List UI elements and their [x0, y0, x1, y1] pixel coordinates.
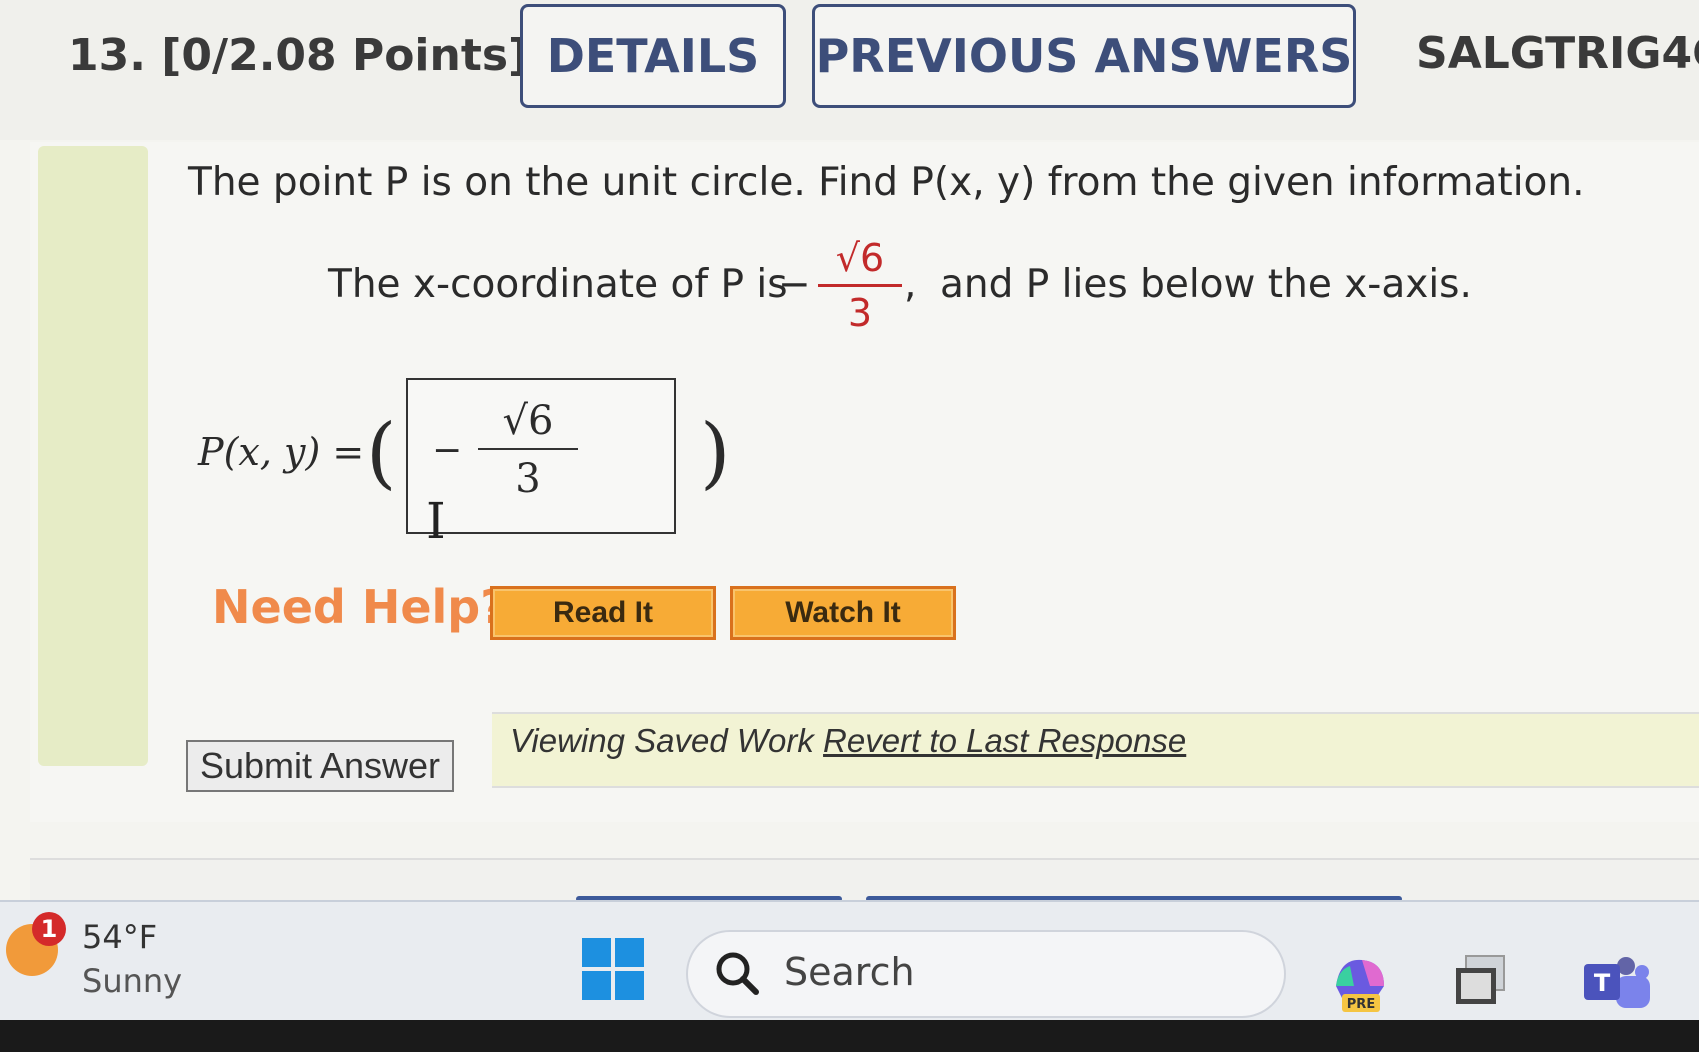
- notification-badge: 1: [32, 912, 66, 946]
- weather-condition[interactable]: Sunny: [82, 962, 182, 1000]
- x-coordinate-numerator: √6: [818, 236, 902, 287]
- saved-work-notice: Viewing Saved Work Revert to Last Respon…: [510, 722, 1186, 760]
- answer-numerator: √6: [478, 398, 578, 450]
- course-code: SALGTRIG4C: [1416, 28, 1699, 79]
- copilot-icon[interactable]: PRE: [1326, 952, 1392, 1014]
- viewing-saved-text: Viewing Saved Work: [510, 722, 814, 759]
- teams-letter: T: [1594, 969, 1611, 997]
- need-help-label: Need Help?: [212, 580, 507, 634]
- answer-label: P(x, y) =: [198, 430, 365, 474]
- question-points: 13. [0/2.08 Points]: [68, 30, 528, 81]
- answer-denominator: 3: [515, 456, 541, 502]
- search-icon: [716, 952, 759, 995]
- points-label: [0/2.08 Points]: [161, 30, 529, 81]
- search-placeholder: Search: [784, 950, 915, 994]
- x-coordinate-minus: −: [778, 262, 811, 307]
- copilot-badge-text: PRE: [1347, 997, 1375, 1012]
- answer-close-paren: ): [700, 408, 731, 498]
- question-side-bar: [38, 146, 148, 766]
- answer-fraction: √6 3: [478, 398, 578, 502]
- question-prompt: The point P is on the unit circle. Find …: [188, 160, 1585, 205]
- details-button[interactable]: DETAILS: [520, 4, 786, 108]
- watch-it-button[interactable]: Watch It: [730, 586, 956, 640]
- screen-bezel: [0, 1020, 1699, 1052]
- windows-start-icon[interactable]: [582, 938, 644, 1000]
- read-it-button[interactable]: Read It: [490, 586, 716, 640]
- next-question-strip: [30, 858, 1699, 900]
- question-number: 13.: [68, 30, 146, 81]
- weather-temperature[interactable]: 54°F: [82, 918, 157, 956]
- text-cursor-icon: I: [426, 492, 446, 550]
- x-coordinate-comma: ,: [904, 262, 917, 307]
- taskbar-search-box[interactable]: [686, 930, 1286, 1018]
- question-condition-suffix: and P lies below the x-axis.: [940, 262, 1472, 307]
- previous-answers-button[interactable]: PREVIOUS ANSWERS: [812, 4, 1356, 108]
- task-view-icon[interactable]: [1452, 952, 1508, 1008]
- answer-open-paren: (: [366, 408, 397, 498]
- x-coordinate-fraction: √6 3: [818, 236, 902, 335]
- submit-answer-button[interactable]: Submit Answer: [186, 740, 454, 792]
- teams-icon[interactable]: T: [1580, 952, 1652, 1016]
- answer-minus: −: [432, 430, 463, 471]
- question-condition-prefix: The x-coordinate of P is: [328, 262, 788, 307]
- revert-link[interactable]: Revert to Last Response: [823, 722, 1186, 759]
- x-coordinate-denominator: 3: [847, 291, 873, 335]
